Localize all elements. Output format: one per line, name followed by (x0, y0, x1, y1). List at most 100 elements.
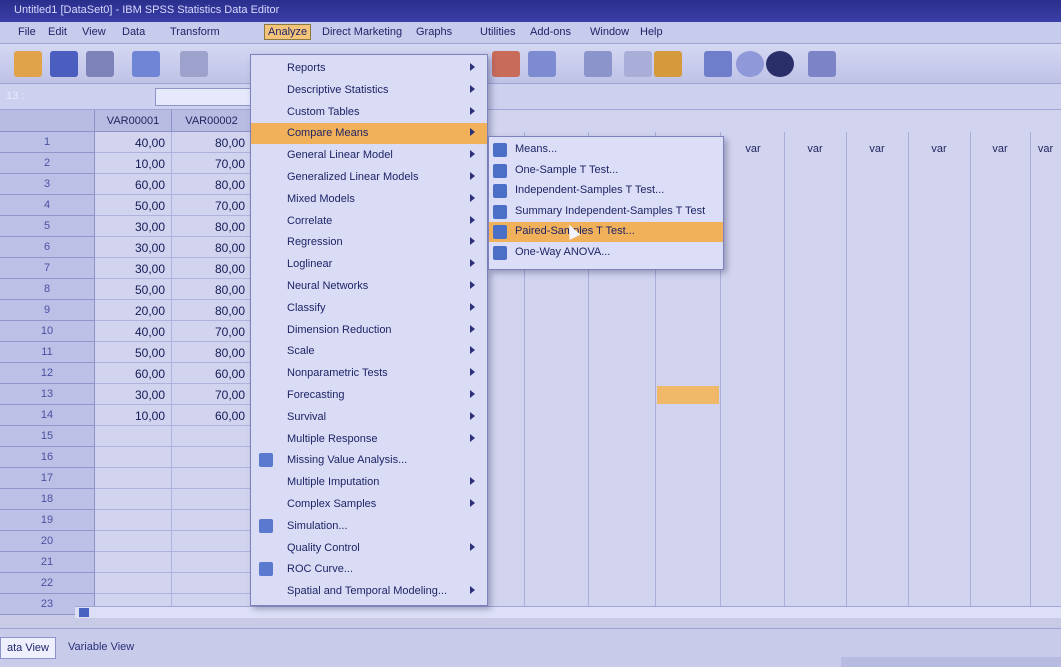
cell-var00002[interactable] (172, 573, 252, 594)
cell-var00001[interactable]: 30,00 (95, 258, 172, 279)
row-header[interactable]: 7 (0, 258, 95, 279)
cell-var00001[interactable]: 50,00 (95, 342, 172, 363)
value-labels-icon[interactable] (766, 51, 794, 77)
tab-variable-view[interactable]: Variable View (62, 637, 140, 659)
row-header[interactable]: 21 (0, 552, 95, 573)
cell-var00001[interactable]: 30,00 (95, 216, 172, 237)
menu-item[interactable]: Forecasting (251, 385, 487, 406)
column-header-var[interactable]: var (846, 138, 908, 160)
select-cases-icon[interactable] (736, 51, 764, 77)
row-header[interactable]: 5 (0, 216, 95, 237)
menu-help[interactable]: Help (640, 26, 663, 38)
menu-item[interactable]: Dimension Reduction (251, 320, 487, 341)
menu-item[interactable]: Descriptive Statistics (251, 80, 487, 101)
submenu-item[interactable]: Paired-Samples T Test... (489, 222, 723, 242)
cell-var00001[interactable]: 20,00 (95, 300, 172, 321)
menu-item[interactable]: Reports (251, 58, 487, 79)
row-header[interactable]: 12 (0, 363, 95, 384)
cell-var00001[interactable]: 30,00 (95, 237, 172, 258)
row-header[interactable]: 3 (0, 174, 95, 195)
cell-var00002[interactable] (172, 426, 252, 447)
cell-var00002[interactable]: 70,00 (172, 195, 252, 216)
cell-var00002[interactable]: 80,00 (172, 132, 252, 153)
open-folder-icon[interactable] (14, 51, 42, 77)
cell-var00002[interactable] (172, 447, 252, 468)
cell-var00002[interactable]: 70,00 (172, 321, 252, 342)
row-header[interactable]: 11 (0, 342, 95, 363)
row-header[interactable]: 22 (0, 573, 95, 594)
cell-var00001[interactable]: 60,00 (95, 174, 172, 195)
submenu-item[interactable]: One-Way ANOVA... (489, 243, 723, 263)
column-header-var00001[interactable]: VAR00001 (95, 110, 172, 132)
menu-item[interactable]: Mixed Models (251, 189, 487, 210)
column-header-var[interactable]: var (784, 138, 846, 160)
menu-utilities[interactable]: Utilities (480, 26, 515, 38)
column-header-var[interactable]: var (970, 138, 1030, 160)
row-header[interactable]: 17 (0, 468, 95, 489)
submenu-item[interactable]: One-Sample T Test... (489, 161, 723, 181)
menu-file[interactable]: File (18, 26, 36, 38)
tab-data-view[interactable]: ata View (0, 637, 56, 659)
cell-var00001[interactable] (95, 468, 172, 489)
menu-window[interactable]: Window (590, 26, 629, 38)
cell-var00001[interactable]: 50,00 (95, 279, 172, 300)
cell-var00001[interactable]: 40,00 (95, 132, 172, 153)
cell-var00001[interactable] (95, 489, 172, 510)
cell-var00002[interactable] (172, 531, 252, 552)
cell-var00002[interactable] (172, 489, 252, 510)
menu-item[interactable]: Nonparametric Tests (251, 363, 487, 384)
cell-var00001[interactable] (95, 552, 172, 573)
row-header[interactable]: 14 (0, 405, 95, 426)
submenu-item[interactable]: Independent-Samples T Test... (489, 181, 723, 201)
column-header-var[interactable]: var (908, 138, 970, 160)
menu-direct-marketing[interactable]: Direct Marketing (322, 26, 402, 38)
go-to-case-icon[interactable] (492, 51, 520, 77)
menu-item[interactable]: Quality Control (251, 538, 487, 559)
menu-item[interactable]: Complex Samples (251, 494, 487, 515)
menu-item[interactable]: Correlate (251, 211, 487, 232)
row-header[interactable]: 1 (0, 132, 95, 153)
cell-var00002[interactable]: 80,00 (172, 300, 252, 321)
menu-item[interactable]: Classify (251, 298, 487, 319)
row-header[interactable]: 19 (0, 510, 95, 531)
column-header-var00002[interactable]: VAR00002 (172, 110, 252, 132)
menu-item[interactable]: Scale (251, 341, 487, 362)
column-header-var[interactable]: var (1030, 138, 1061, 160)
menu-add-ons[interactable]: Add-ons (530, 26, 571, 38)
row-header[interactable]: 20 (0, 531, 95, 552)
menu-item[interactable]: Spatial and Temporal Modeling... (251, 581, 487, 602)
row-header[interactable]: 2 (0, 153, 95, 174)
save-icon[interactable] (50, 51, 78, 77)
cell-var00002[interactable]: 80,00 (172, 279, 252, 300)
undo-icon[interactable] (180, 51, 208, 77)
row-header[interactable]: 16 (0, 447, 95, 468)
cell-var00001[interactable]: 50,00 (95, 195, 172, 216)
dialog-recall-icon[interactable] (132, 51, 160, 77)
menu-item[interactable]: Regression (251, 232, 487, 253)
split-file-icon[interactable] (654, 51, 682, 77)
selected-cell[interactable] (657, 386, 719, 404)
menu-item[interactable]: ROC Curve... (251, 559, 487, 580)
menu-item[interactable]: Simulation... (251, 516, 487, 537)
cell-var00002[interactable]: 70,00 (172, 384, 252, 405)
menu-analyze[interactable]: Analyze (264, 24, 312, 40)
use-variable-sets-icon[interactable] (808, 51, 836, 77)
cell-value-field[interactable] (155, 88, 265, 106)
row-header[interactable]: 18 (0, 489, 95, 510)
row-header[interactable]: 9 (0, 300, 95, 321)
cell-var00001[interactable] (95, 426, 172, 447)
row-header[interactable]: 10 (0, 321, 95, 342)
variables-icon[interactable] (528, 51, 556, 77)
print-icon[interactable] (86, 51, 114, 77)
cell-var00002[interactable]: 60,00 (172, 405, 252, 426)
cell-var00002[interactable]: 80,00 (172, 237, 252, 258)
row-header[interactable]: 13 (0, 384, 95, 405)
horizontal-scrollbar[interactable] (75, 606, 1061, 618)
insert-cases-icon[interactable] (624, 51, 652, 77)
cell-var00001[interactable]: 10,00 (95, 153, 172, 174)
menu-graphs[interactable]: Graphs (416, 26, 452, 38)
menu-item[interactable]: Generalized Linear Models (251, 167, 487, 188)
cell-var00001[interactable]: 60,00 (95, 363, 172, 384)
menu-item[interactable]: Loglinear (251, 254, 487, 275)
cell-var00001[interactable] (95, 447, 172, 468)
